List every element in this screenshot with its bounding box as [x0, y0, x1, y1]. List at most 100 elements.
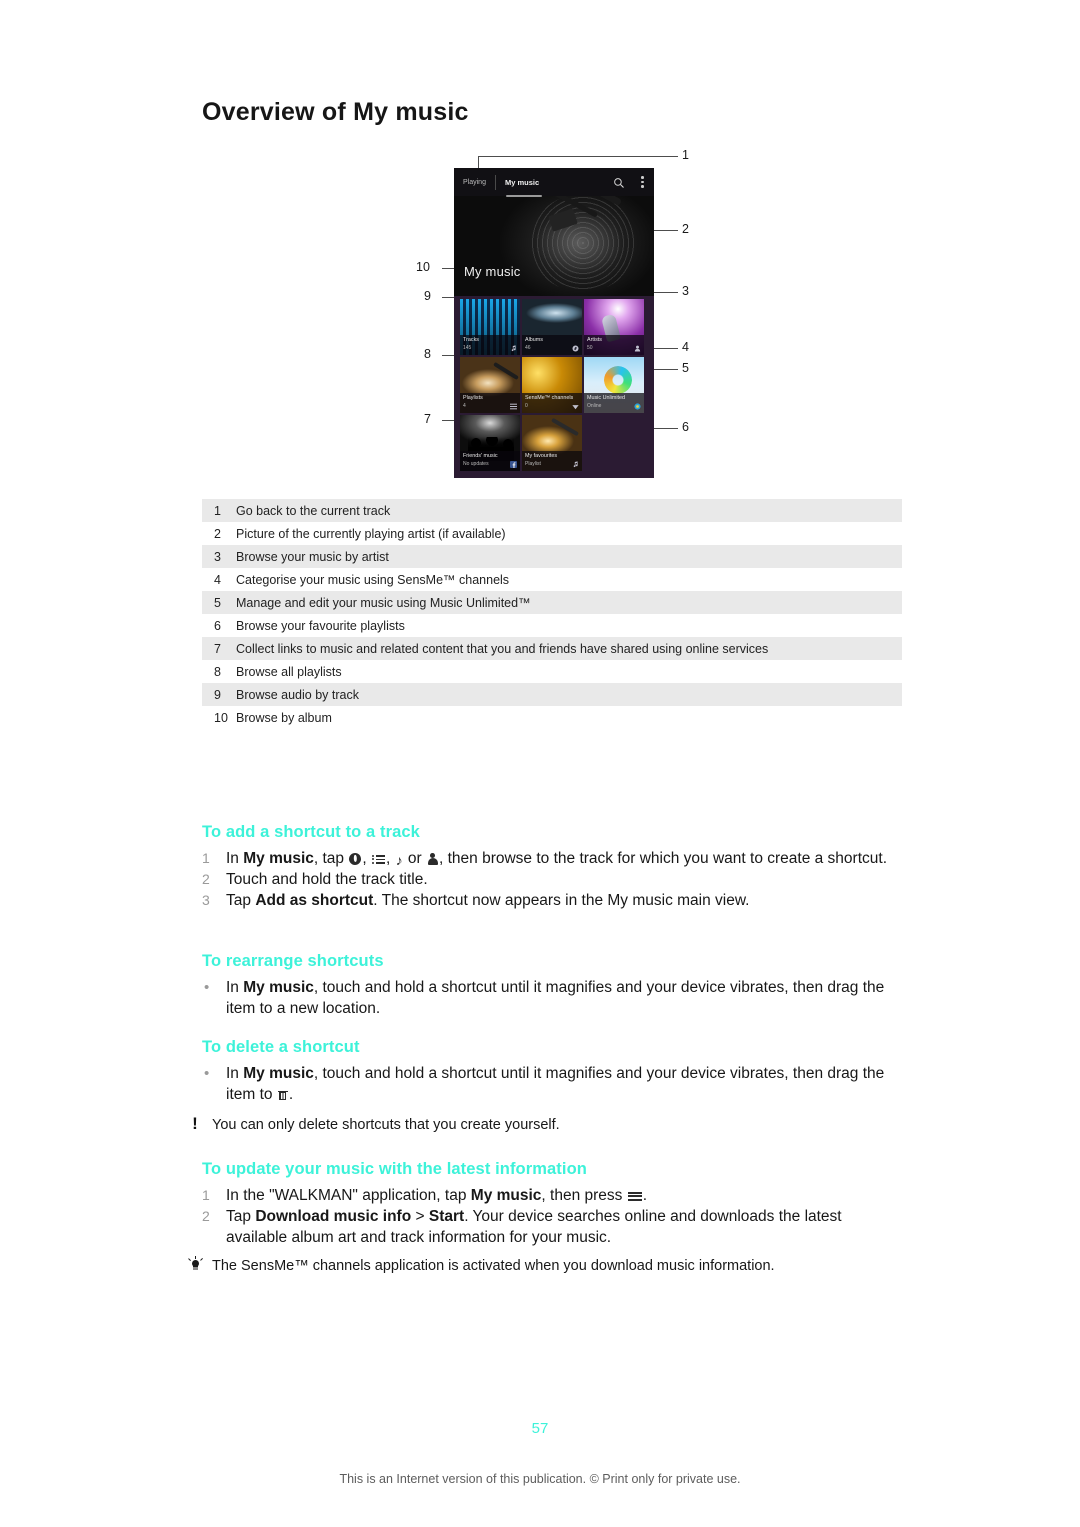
callout-number-5: 5: [682, 361, 689, 375]
tile-my-favourites-caption: My favourites Playlist: [522, 451, 582, 471]
table-row: 1 Go back to the current track: [202, 499, 902, 522]
step-number: 1: [202, 850, 210, 866]
tile-sensme-channels[interactable]: SensMe™ channels 0: [522, 357, 582, 413]
list-item: • In My music, touch and hold a shortcut…: [202, 977, 902, 1019]
callout-number-9: 9: [424, 289, 431, 303]
document-page: Overview of My music 1 2 3 4 5 6 10 9 8 …: [0, 0, 1080, 1527]
step-text: In My music, tap , , ♪ or , then browse …: [226, 850, 888, 868]
tile-artists-caption: Artists 50: [584, 335, 644, 355]
tile-title: Friends' music: [463, 453, 498, 459]
list-icon: [510, 403, 517, 410]
legend-text: Categorise your music using SensMe™ chan…: [236, 572, 510, 587]
tile-music-unlimited[interactable]: Music Unlimited Online: [584, 357, 644, 413]
my-music-overview-figure: 1 2 3 4 5 6 10 9 8 7 My music Playing My…: [400, 140, 720, 485]
overflow-menu-icon[interactable]: [641, 176, 644, 188]
steps-update-music: 1 In the "WALKMAN" application, tap My m…: [202, 1185, 902, 1248]
disc-icon: [572, 345, 579, 352]
table-row: 4 Categorise your music using SensMe™ ch…: [202, 568, 902, 591]
steps-add-shortcut: 1 In My music, tap , , ♪ or , then brows…: [202, 848, 902, 911]
callout-number-6: 6: [682, 420, 689, 434]
heading-delete-shortcut: To delete a shortcut: [202, 1038, 360, 1056]
list-bullet: •: [204, 979, 210, 996]
list-item: • In My music, touch and hold a shortcut…: [202, 1063, 902, 1105]
legend-text: Browse your music by artist: [236, 549, 389, 564]
tile-tracks[interactable]: Tracks 145: [460, 299, 520, 355]
footer-copyright: This is an Internet version of this publ…: [339, 1472, 741, 1486]
vinyl-rings-decoration: [529, 194, 637, 292]
facebook-icon: [510, 461, 517, 468]
table-row: 7 Collect links to music and related con…: [202, 637, 902, 660]
legend-number: 9: [214, 687, 221, 702]
tile-subtitle: 4: [463, 403, 466, 409]
tile-tracks-caption: Tracks 145: [460, 335, 520, 355]
tile-friends-music[interactable]: Friends' music No updates: [460, 415, 520, 471]
steps-delete-shortcut: • In My music, touch and hold a shortcut…: [202, 1063, 902, 1105]
menu-icon: [627, 1191, 642, 1202]
warning-note-text: You can only delete shortcuts that you c…: [212, 1117, 560, 1133]
lightbulb-icon: [178, 1256, 212, 1278]
tab-divider: [494, 174, 496, 190]
tile-subtitle: 50: [587, 345, 593, 351]
table-row: 2 Picture of the currently playing artis…: [202, 522, 902, 545]
callout-number-8: 8: [424, 347, 431, 361]
section-update-music: To update your music with the latest inf…: [202, 1160, 902, 1248]
tile-title: Artists: [587, 337, 602, 343]
tile-albums-caption: Albums 46: [522, 335, 582, 355]
table-row: 5 Manage and edit your music using Music…: [202, 591, 902, 614]
tile-title: Playlists: [463, 395, 483, 401]
tile-subtitle: Playlist: [525, 461, 541, 467]
tile-playlists[interactable]: Playlists 4: [460, 357, 520, 413]
tile-friends-music-caption: Friends' music No updates: [460, 451, 520, 471]
active-tab-indicator: [506, 195, 542, 197]
tip-note: The SensMe™ channels application is acti…: [178, 1256, 918, 1278]
tab-playing[interactable]: Playing: [463, 179, 486, 186]
tile-subtitle: No updates: [463, 461, 489, 467]
tab-my-music[interactable]: My music: [505, 178, 539, 187]
step-text: Touch and hold the track title.: [226, 871, 428, 888]
tile-my-favourites[interactable]: My favourites Playlist: [522, 415, 582, 471]
legend-number: 10: [214, 710, 228, 725]
music-note-icon: [511, 345, 516, 352]
tile-albums[interactable]: Albums 46: [522, 299, 582, 355]
legend-number: 7: [214, 641, 221, 656]
section-delete-shortcut: To delete a shortcut • In My music, touc…: [202, 1038, 902, 1105]
disc-icon: [347, 851, 364, 867]
tile-subtitle: 0: [525, 403, 528, 409]
tile-artists[interactable]: Artists 50: [584, 299, 644, 355]
list-bullet: •: [204, 1065, 210, 1082]
legend-number: 8: [214, 664, 221, 679]
step-text: In My music, touch and hold a shortcut u…: [226, 1065, 885, 1103]
music-tiles-grid: Tracks 145 Albums 46 Artists 50 Playlist…: [460, 299, 648, 471]
table-row: 3 Browse your music by artist: [202, 545, 902, 568]
legend-number: 4: [214, 572, 221, 587]
tile-playlists-caption: Playlists 4: [460, 393, 520, 413]
step-number: 1: [202, 1187, 210, 1203]
callout-number-7: 7: [424, 412, 431, 426]
list-item: 2 Tap Download music info > Start. Your …: [202, 1206, 902, 1248]
leader-line-1: [478, 156, 678, 157]
legend-text: Browse audio by track: [236, 687, 359, 702]
table-row: 8 Browse all playlists: [202, 660, 902, 683]
legend-text: Go back to the current track: [236, 503, 391, 518]
step-text: In My music, touch and hold a shortcut u…: [226, 979, 885, 1017]
list-item: 2 Touch and hold the track title.: [202, 869, 902, 890]
legend-text: Manage and edit your music using Music U…: [236, 595, 531, 610]
list-item: 3 Tap Add as shortcut. The shortcut now …: [202, 890, 902, 911]
table-row: 9 Browse audio by track: [202, 683, 902, 706]
search-icon[interactable]: [613, 176, 625, 188]
person-icon: [427, 853, 438, 865]
phone-screenshot: My music Playing My music Tracks 145 Alb…: [454, 168, 654, 478]
tile-title: SensMe™ channels: [525, 395, 574, 401]
table-row: 10 Browse by album: [202, 706, 902, 729]
tile-title: My favourites: [525, 453, 558, 459]
steps-rearrange-shortcuts: • In My music, touch and hold a shortcut…: [202, 977, 902, 1019]
list-item: 1 In the "WALKMAN" application, tap My m…: [202, 1185, 902, 1206]
callout-number-1: 1: [682, 148, 689, 162]
page-number: 57: [531, 1420, 549, 1437]
step-number: 3: [202, 892, 210, 908]
callout-number-10: 10: [416, 260, 430, 274]
section-rearrange-shortcuts: To rearrange shortcuts • In My music, to…: [202, 952, 902, 1019]
step-text: Tap Download music info > Start. Your de…: [226, 1208, 842, 1246]
tile-title: Music Unlimited: [587, 395, 626, 401]
legend-text: Picture of the currently playing artist …: [236, 526, 506, 541]
